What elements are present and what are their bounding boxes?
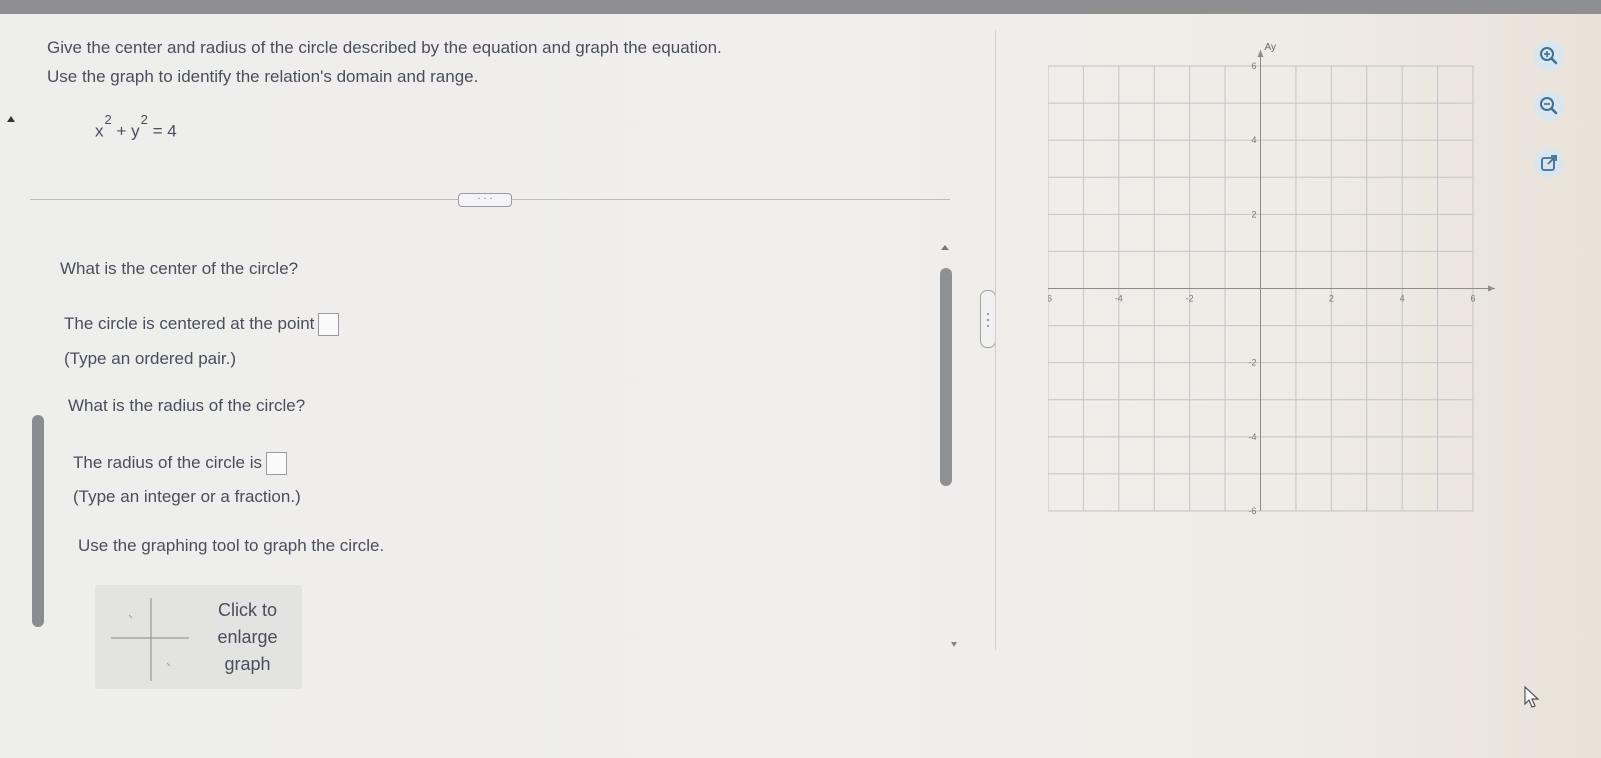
x-tick-label: -6 — [1048, 294, 1052, 304]
external-link-icon[interactable] — [1533, 147, 1565, 179]
enlarge-graph-button[interactable]: Click to enlarge graph — [95, 585, 302, 689]
collapse-question-arrow-icon[interactable] — [7, 116, 15, 122]
panel-resize-handle[interactable] — [980, 290, 996, 348]
zoom-in-icon[interactable] — [1533, 40, 1565, 72]
question-line-2: Use the graph to identify the relation's… — [47, 67, 479, 86]
center-answer-row: The circle is centered at the point — [64, 313, 340, 336]
radius-prompt: The radius of the circle is — [73, 452, 262, 472]
graph-thumbnail-icon — [111, 598, 189, 681]
y-tick-label: -6 — [1248, 506, 1256, 516]
show-more-button[interactable]: · · · — [458, 193, 512, 207]
x-tick-label: 6 — [1470, 294, 1475, 304]
y-axis-label: Ay — [1265, 42, 1277, 53]
question-line-1: Give the center and radius of the circle… — [47, 38, 722, 57]
x-tick-label: 2 — [1329, 294, 1334, 304]
radius-question: What is the radius of the circle? — [68, 396, 306, 415]
y-tick-label: -4 — [1248, 432, 1256, 442]
panel-separator — [995, 30, 996, 650]
radius-answer-input[interactable] — [265, 452, 287, 475]
enlarge-graph-label: Click to enlarge graph — [217, 600, 278, 674]
center-hint: (Type an ordered pair.) — [64, 349, 236, 368]
x-tick-label: 4 — [1400, 294, 1405, 304]
y-tick-label: 4 — [1251, 135, 1256, 145]
center-question: What is the center of the circle? — [60, 259, 299, 278]
y-axis-arrow-icon — [1257, 50, 1264, 57]
mouse-pointer-icon — [1524, 685, 1540, 708]
x-axis-arrow-icon — [1488, 285, 1495, 292]
scroll-down-arrow-icon[interactable] — [951, 642, 957, 647]
circle-equation: x2 + y2 = 4 — [95, 112, 177, 141]
radius-hint: (Type an integer or a fraction.) — [73, 487, 301, 506]
x-tick-label: -2 — [1186, 294, 1194, 304]
center-answer-input[interactable] — [318, 313, 340, 336]
zoom-out-icon[interactable] — [1533, 90, 1565, 122]
x-tick-label: -4 — [1115, 294, 1123, 304]
browser-top-bar — [0, 0, 1601, 14]
y-tick-label: -2 — [1248, 358, 1256, 368]
left-panel-scrollbar[interactable] — [32, 415, 44, 627]
question-panel-scrollbar[interactable] — [940, 268, 952, 486]
scroll-up-arrow-icon[interactable] — [941, 245, 949, 250]
graph-instruction: Use the graphing tool to graph the circl… — [78, 536, 385, 555]
y-tick-label: 2 — [1251, 209, 1256, 219]
center-prompt: The circle is centered at the point — [64, 313, 315, 333]
radius-answer-row: The radius of the circle is — [73, 452, 287, 475]
y-tick-label: 6 — [1251, 61, 1256, 71]
coordinate-grid[interactable]: Ay -6 -4 -2 2 4 6 6 4 2 -2 -4 -6 — [1048, 38, 1518, 538]
